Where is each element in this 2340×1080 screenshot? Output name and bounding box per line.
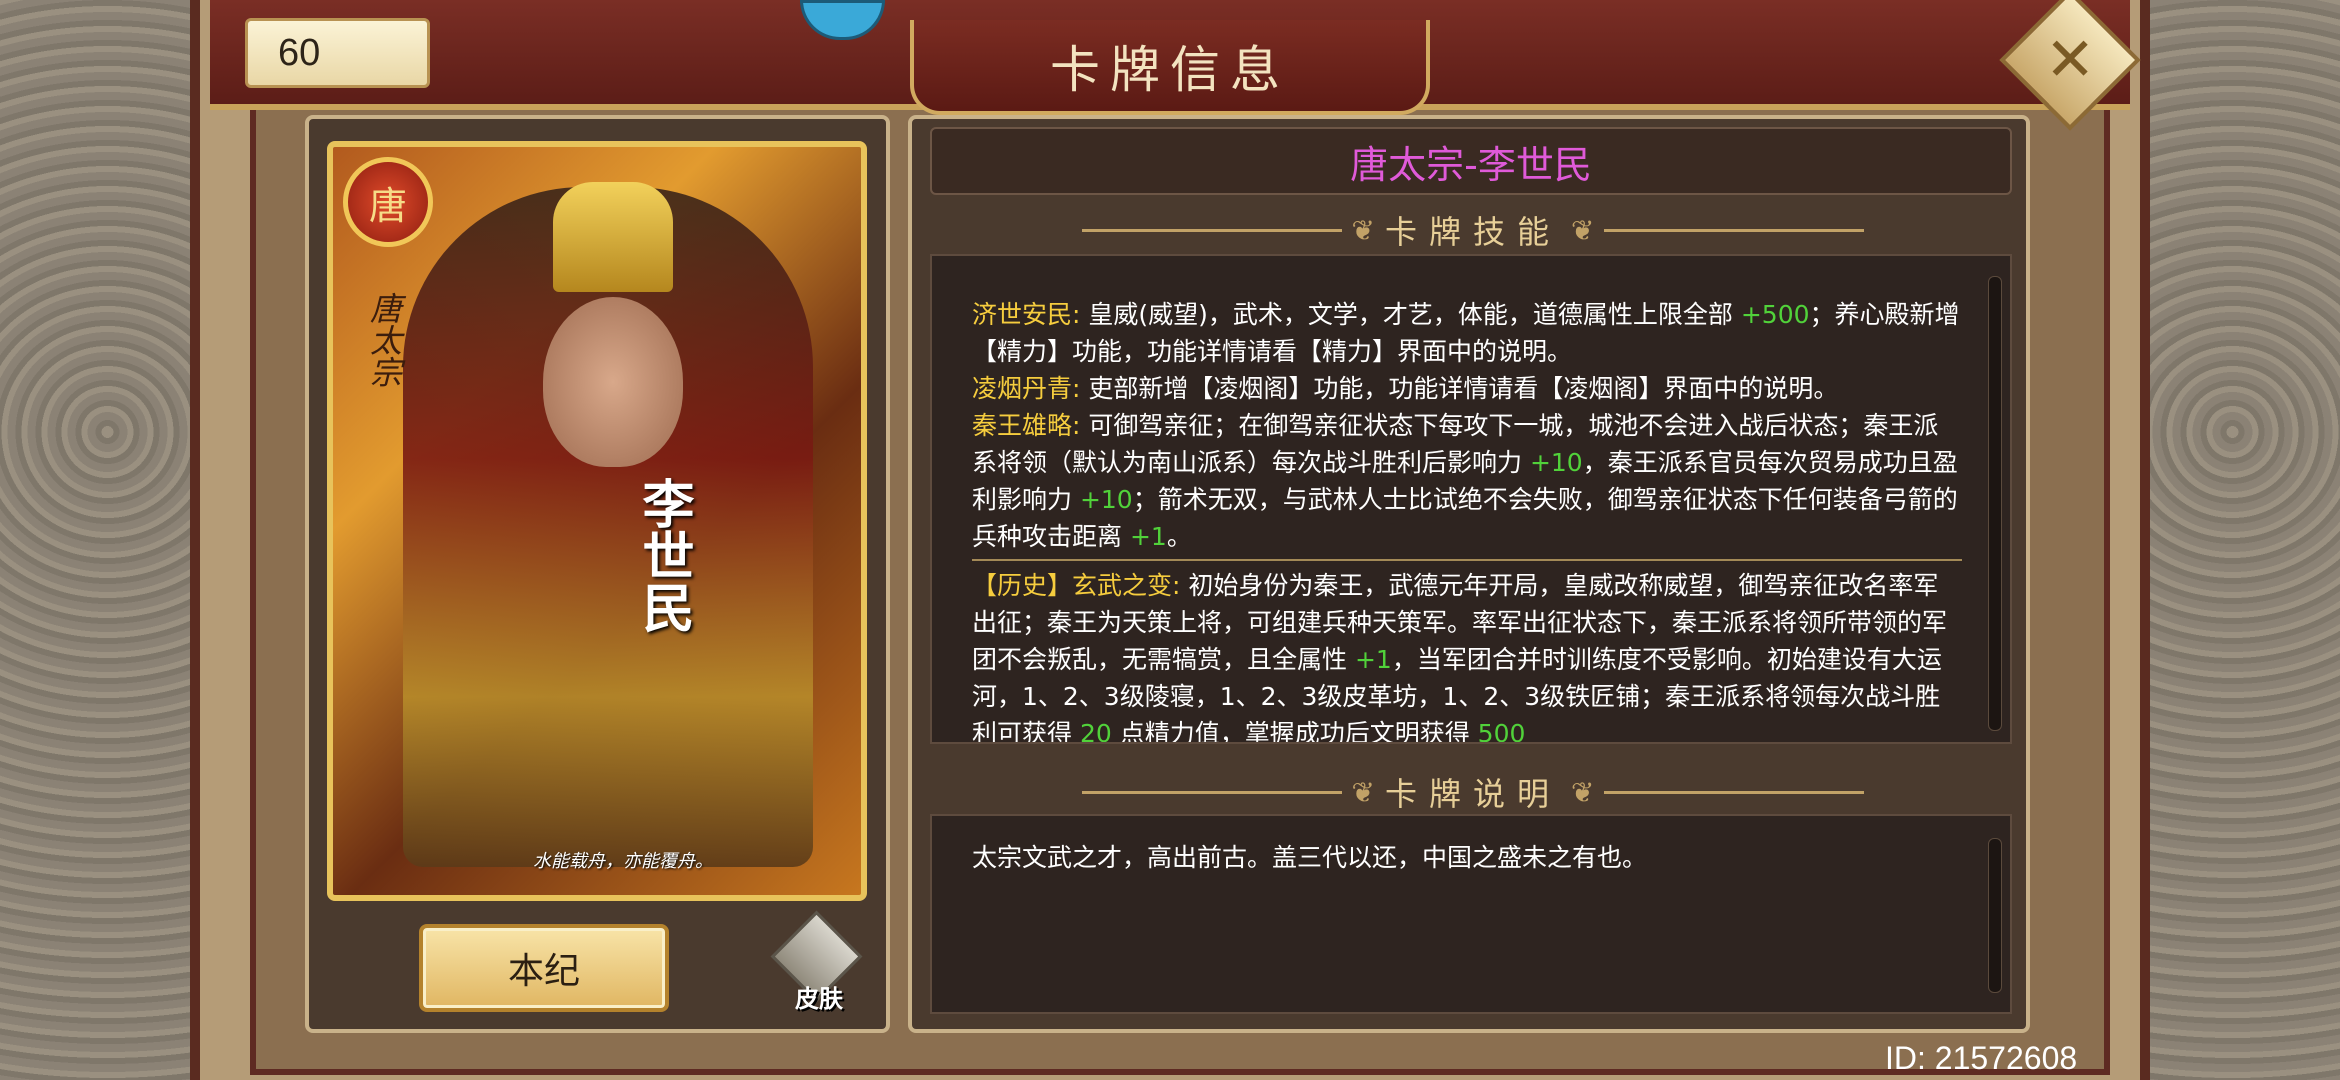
description-heading: ❦ 卡牌说明 ❦	[912, 769, 2034, 815]
ornament-icon: ❦	[1351, 213, 1375, 247]
benji-button-label: 本纪	[507, 951, 580, 992]
info-panel: 唐太宗-李世民 ❦ 卡牌技能 ❦ 济世安民: 皇威(威望)，武术，文学，才艺，体…	[908, 115, 2030, 1033]
history-skill-text: 点精力值，掌握成功后文明获得	[1111, 719, 1478, 744]
heading-line	[1604, 228, 1865, 232]
heading-line	[1081, 790, 1342, 794]
general-name-bar: 唐太宗-李世民	[930, 127, 2012, 195]
skills-scroll-area[interactable]: 济世安民: 皇威(威望)，武术，文学，才艺，体能，道德属性上限全部 +500；养…	[930, 254, 2012, 744]
history-skill-entry: 【历史】玄武之变: 初始身份为秦王，武德元年开局，皇威改称威望，御驾亲征改名率军…	[972, 567, 1962, 744]
skill-name: 济世安民:	[972, 300, 1081, 329]
ornament-icon: ❦	[1351, 775, 1375, 809]
skill-text: 吏部新增【凌烟阁】功能，功能详情请看【凌烟阁】界面中的说明。	[1080, 374, 1839, 403]
skill-text: 皇威(威望)，武术，文学，才艺，体能，道德属性上限全部	[1080, 300, 1741, 329]
ornament-icon: ❦	[1571, 775, 1595, 809]
bonus-value: 20	[1079, 719, 1112, 744]
heading-line	[1604, 790, 1865, 794]
general-name: 唐太宗-李世民	[1350, 142, 1592, 187]
skills-divider	[972, 559, 1962, 561]
page-title: 卡牌信息	[1050, 40, 1290, 99]
dynasty-emblem-text: 唐	[368, 183, 407, 228]
level-value: 60	[278, 31, 321, 74]
bonus-value: +500	[1740, 300, 1810, 329]
skill-entry: 济世安民: 皇威(威望)，武术，文学，才艺，体能，道德属性上限全部 +500；养…	[972, 296, 1962, 370]
bonus-value: +1	[1354, 645, 1392, 674]
heading-line	[1081, 228, 1342, 232]
close-x-icon: ✕	[2044, 25, 2096, 95]
portrait-crown	[553, 182, 673, 292]
skill-name: 凌烟丹青:	[972, 374, 1081, 403]
card-quote: 水能载舟，亦能覆舟。	[533, 851, 713, 872]
skills-heading-text: 卡牌技能	[1384, 213, 1561, 251]
description-scrollbar[interactable]	[1988, 838, 2002, 993]
bonus-value: +10	[1529, 448, 1583, 477]
left-background-pattern	[0, 0, 215, 1080]
card-name-vertical: 李世民	[633, 477, 694, 633]
portrait-face	[543, 297, 683, 467]
skills-text: 济世安民: 皇威(威望)，武术，文学，才艺，体能，道德属性上限全部 +500；养…	[972, 296, 1962, 744]
bonus-value: +1	[1129, 522, 1167, 551]
benji-button[interactable]: 本纪	[419, 924, 669, 1012]
general-card-image: 唐 唐太宗 李世民 水能载舟，亦能覆舟。	[327, 141, 867, 901]
skill-entry: 凌烟丹青: 吏部新增【凌烟阁】功能，功能详情请看【凌烟阁】界面中的说明。	[972, 370, 1962, 407]
player-id: ID: 21572608	[1885, 1040, 2078, 1076]
skill-entry: 秦王雄略: 可御驾亲征；在御驾亲征状态下每攻下一城，城池不会进入战后状态；秦王派…	[972, 407, 1962, 555]
card-panel: 唐 唐太宗 李世民 水能载舟，亦能覆舟。 本纪 皮肤	[305, 115, 890, 1033]
skills-scrollbar[interactable]	[1988, 276, 2002, 731]
card-dynasty-label: 唐太宗	[365, 292, 403, 388]
right-background-pattern	[2125, 0, 2340, 1080]
level-badge: 60	[245, 18, 430, 88]
history-skill-name: 【历史】玄武之变:	[972, 571, 1181, 600]
description-heading-text: 卡牌说明	[1384, 775, 1561, 813]
ornament-icon: ❦	[1571, 213, 1595, 247]
skin-button-label: 皮肤	[795, 984, 843, 1013]
skill-name: 秦王雄略:	[972, 411, 1081, 440]
bonus-value: 500	[1477, 719, 1526, 744]
skills-heading: ❦ 卡牌技能 ❦	[912, 207, 2034, 253]
description-text: 太宗文武之才，高出前古。盖三代以还，中国之盛未之有也。	[972, 843, 1648, 872]
skin-button[interactable]: 皮肤	[770, 910, 864, 1014]
skill-text: 。	[1166, 522, 1192, 551]
bonus-value: +10	[1079, 485, 1133, 514]
dynasty-emblem-icon: 唐	[343, 157, 433, 247]
description-box[interactable]: 太宗文武之才，高出前古。盖三代以还，中国之盛未之有也。	[930, 814, 2012, 1014]
title-plate: 卡牌信息	[910, 20, 1430, 115]
